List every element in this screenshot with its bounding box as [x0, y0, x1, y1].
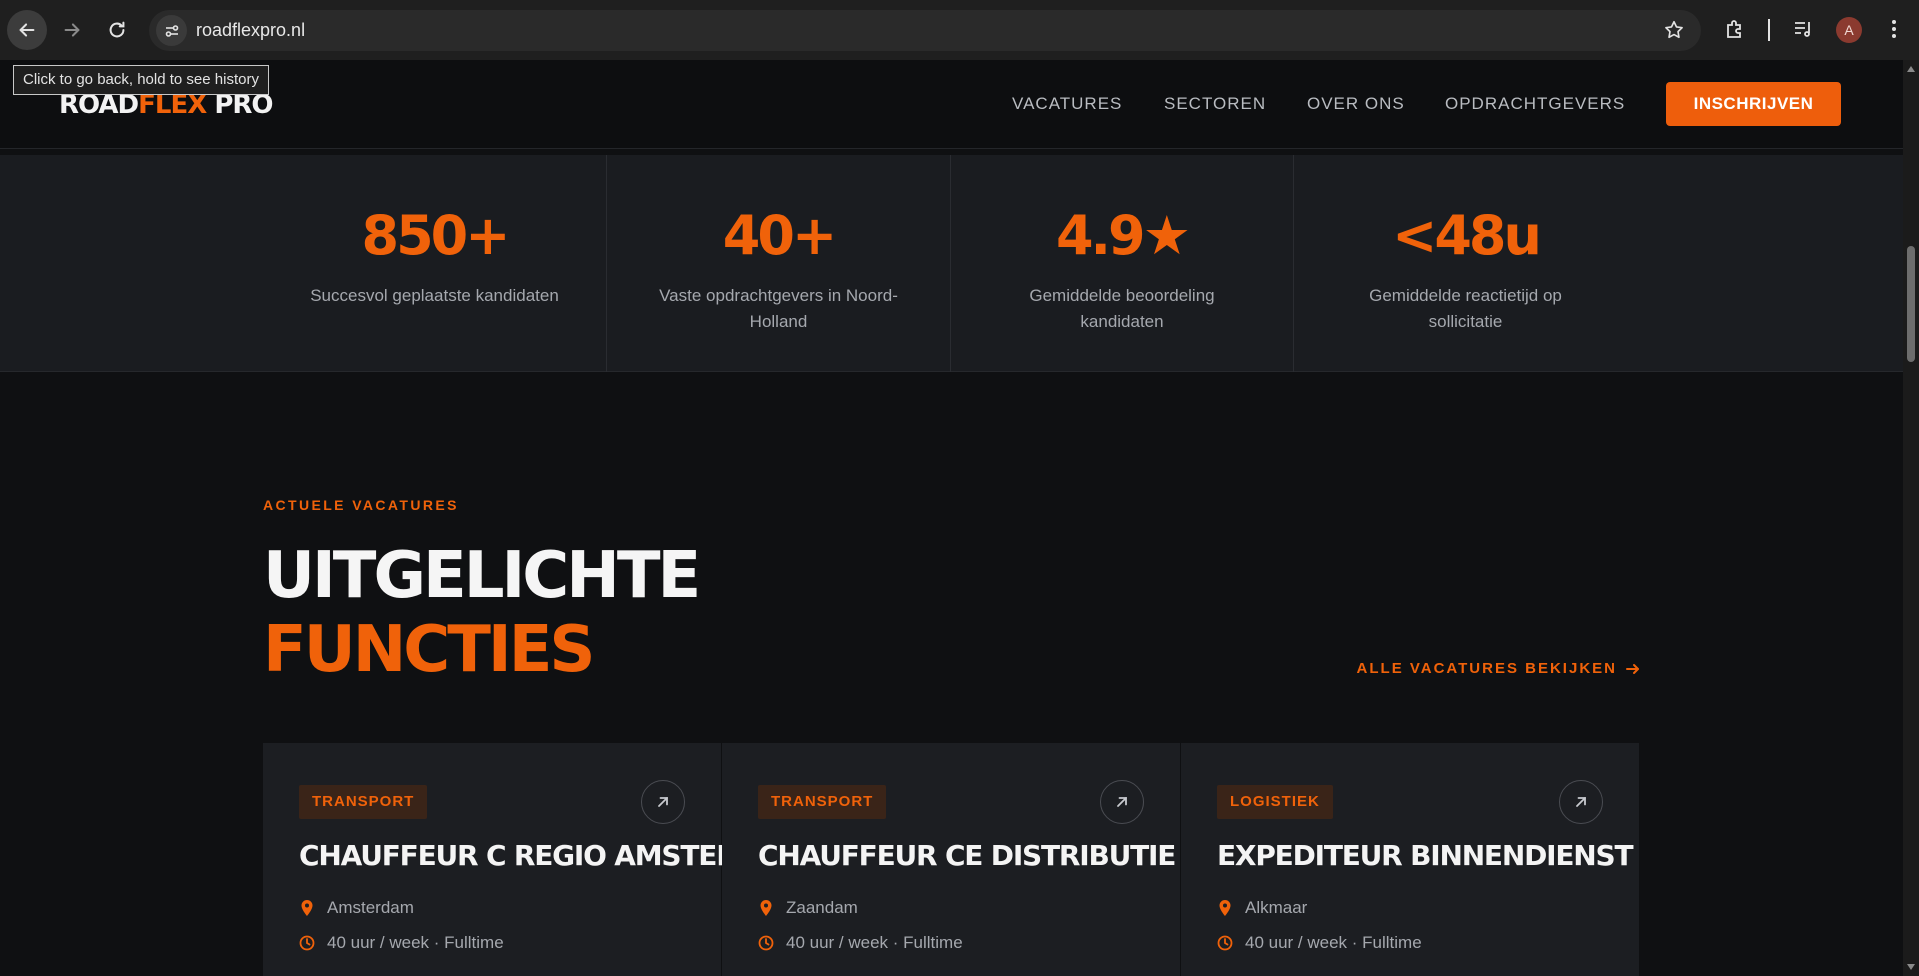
job-location: Alkmaar	[1217, 898, 1307, 918]
scrollbar-thumb[interactable]	[1907, 246, 1915, 362]
section-title-line2: FUNCTIES	[263, 613, 595, 687]
job-hours: 40 uur / week · Fulltime	[299, 933, 504, 953]
site-info-icon[interactable]	[156, 15, 187, 46]
site-header: ROADFLEX PRO VACATURES SECTOREN OVER ONS…	[0, 60, 1903, 149]
location-text: Zaandam	[786, 898, 858, 917]
all-vacatures-label: ALLE VACATURES BEKIJKEN	[1356, 660, 1617, 677]
map-pin-icon	[299, 900, 315, 916]
job-card[interactable]: TRANSPORT CHAUFFEUR CE DISTRIBUTIE Zaand…	[722, 743, 1180, 976]
scroll-down-arrow-icon[interactable]	[1907, 964, 1915, 970]
stat-item: 40+ Vaste opdrachtgevers in Noord-Hollan…	[606, 155, 950, 372]
job-card[interactable]: LOGISTIEK EXPEDITEUR BINNENDIENST Alkmaa…	[1181, 743, 1639, 976]
job-location: Amsterdam	[299, 898, 414, 918]
stat-value: <48u	[1392, 204, 1542, 267]
section-eyebrow: ACTUELE VACATURES	[263, 497, 459, 513]
arrow-right-icon	[64, 23, 80, 37]
url-text[interactable]: roadflexpro.nl	[196, 20, 305, 41]
forward-button[interactable]	[52, 10, 92, 50]
job-location: Zaandam	[758, 898, 858, 918]
job-title[interactable]: CHAUFFEUR CE DISTRIBUTIE	[758, 839, 1176, 872]
sector-tag: LOGISTIEK	[1217, 785, 1333, 819]
job-title[interactable]: EXPEDITEUR BINNENDIENST	[1217, 839, 1634, 872]
stat-label: Gemiddelde beoordeling kandidaten	[1029, 286, 1215, 331]
stat-item: 850+ Succesvol geplaatste kandidaten	[263, 155, 606, 372]
toolbar-divider	[1768, 19, 1770, 41]
clock-icon	[758, 935, 774, 951]
hours-text: 40 uur / week · Fulltime	[1245, 933, 1422, 952]
open-job-button[interactable]	[641, 780, 685, 824]
reload-button[interactable]	[97, 10, 137, 50]
media-control-icon[interactable]	[1791, 17, 1815, 46]
page-scrollbar[interactable]	[1903, 60, 1919, 976]
bookmark-star-icon[interactable]	[1663, 19, 1685, 46]
job-card[interactable]: TRANSPORT CHAUFFEUR C REGIO AMSTERDAM Am…	[263, 743, 807, 976]
stat-label: Succesvol geplaatste kandidaten	[310, 286, 559, 305]
extensions-icon[interactable]	[1723, 17, 1747, 46]
scroll-up-arrow-icon[interactable]	[1907, 66, 1915, 72]
stats-band: 850+ Succesvol geplaatste kandidaten 40+…	[0, 155, 1903, 372]
job-hours: 40 uur / week · Fulltime	[758, 933, 963, 953]
open-job-button[interactable]	[1100, 780, 1144, 824]
hours-text: 40 uur / week · Fulltime	[327, 933, 504, 952]
location-text: Alkmaar	[1245, 898, 1308, 917]
open-job-button[interactable]	[1559, 780, 1603, 824]
stat-value: 4.9★	[1055, 204, 1191, 267]
arrow-right-icon	[1626, 663, 1639, 674]
stat-value: 850+	[361, 204, 511, 267]
stat-label: Gemiddelde reactietijd op sollicitatie	[1369, 286, 1562, 331]
section-title-line1: UITGELICHTE	[263, 539, 701, 613]
arrow-left-icon	[19, 23, 35, 37]
nav-link-sectoren[interactable]: SECTOREN	[1164, 94, 1266, 114]
address-bar[interactable]: roadflexpro.nl	[149, 10, 1701, 51]
nav-link-over-ons[interactable]: OVER ONS	[1307, 94, 1405, 114]
job-hours: 40 uur / week · Fulltime	[1217, 933, 1422, 953]
reload-icon	[109, 21, 125, 38]
arrow-up-right-icon	[1576, 797, 1586, 807]
stat-item: 4.9★ Gemiddelde beoordeling kandidaten	[950, 155, 1293, 372]
sector-tag: TRANSPORT	[299, 785, 428, 819]
arrow-up-right-icon	[658, 797, 668, 807]
all-vacatures-link[interactable]: ALLE VACATURES BEKIJKEN	[1357, 660, 1641, 677]
clock-icon	[1217, 935, 1233, 951]
stat-value: 40+	[722, 204, 837, 267]
location-text: Amsterdam	[327, 898, 414, 917]
nav-link-opdrachtgevers[interactable]: OPDRACHTGEVERS	[1445, 94, 1625, 114]
inschrijven-button[interactable]: INSCHRIJVEN	[1666, 82, 1841, 126]
stat-item: <48u Gemiddelde reactietijd op sollicita…	[1293, 155, 1637, 372]
back-button-tooltip: Click to go back, hold to see history	[13, 65, 269, 95]
kebab-menu-icon[interactable]	[1882, 17, 1906, 46]
back-button[interactable]	[7, 10, 47, 50]
browser-toolbar: roadflexpro.nl A	[0, 0, 1919, 60]
nav-link-vacatures[interactable]: VACATURES	[1012, 94, 1122, 114]
hours-text: 40 uur / week · Fulltime	[786, 933, 963, 952]
map-pin-icon	[1217, 900, 1233, 916]
stat-label: Vaste opdrachtgevers in Noord-Holland	[659, 286, 898, 331]
profile-avatar[interactable]: A	[1836, 17, 1862, 43]
sector-tag: TRANSPORT	[758, 785, 887, 819]
map-pin-icon	[758, 900, 774, 916]
arrow-up-right-icon	[1117, 797, 1127, 807]
clock-icon	[299, 935, 315, 951]
